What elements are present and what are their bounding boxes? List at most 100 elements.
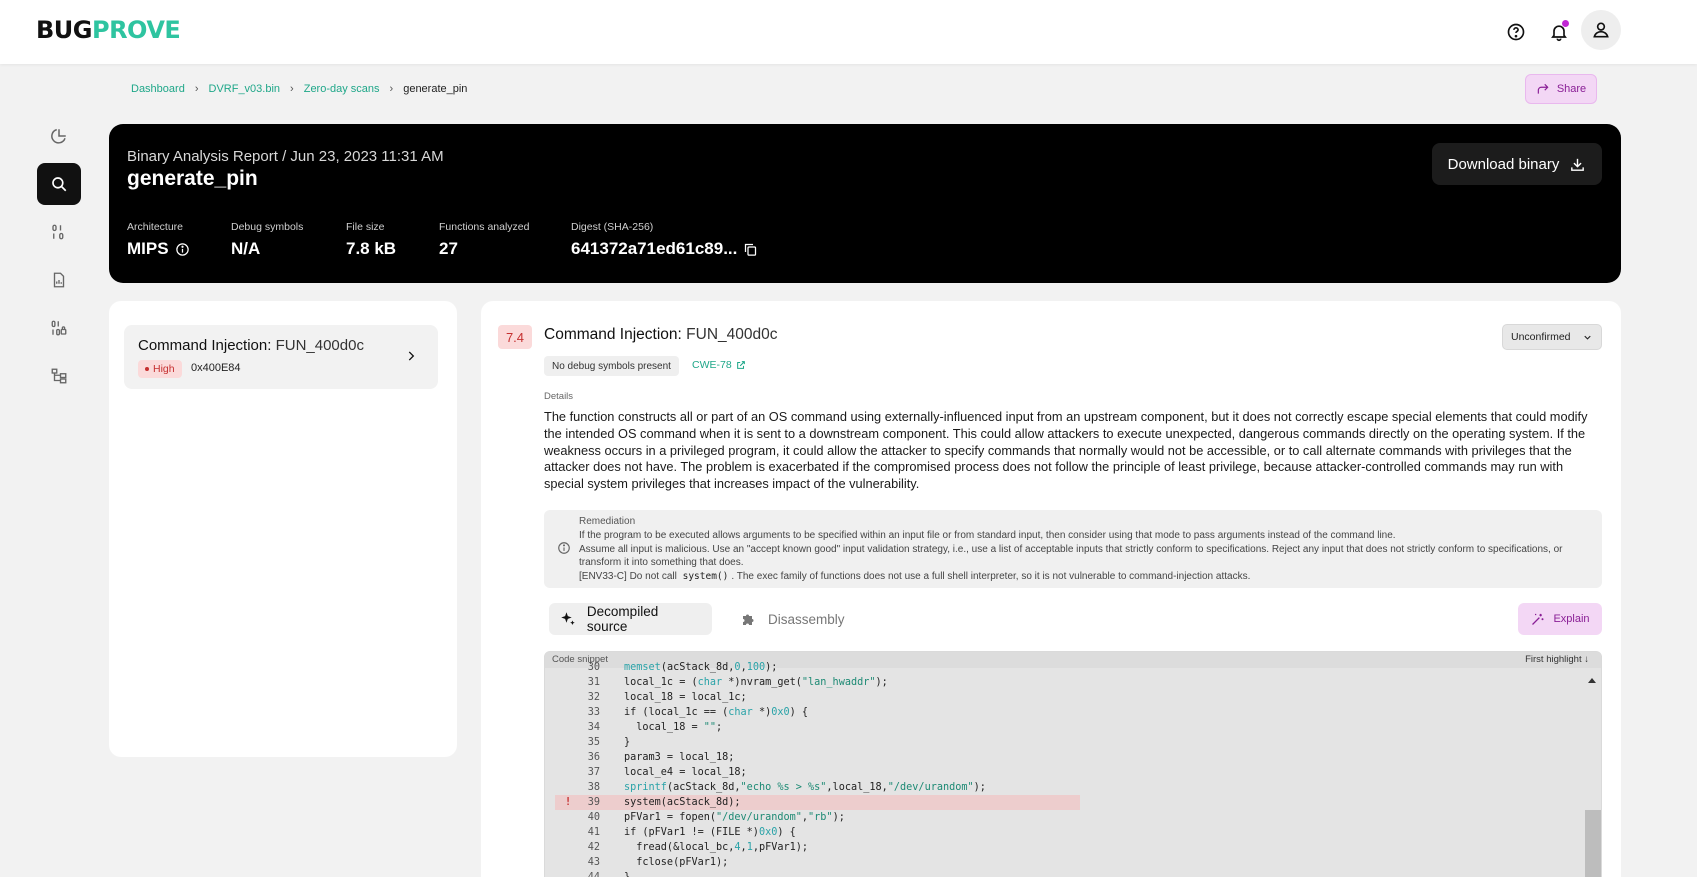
- highlighted-code-line: ! 39 system(acStack_8d);: [545, 795, 1585, 810]
- top-bar: BUGPROVE: [0, 0, 1697, 64]
- help-button[interactable]: [1498, 14, 1534, 50]
- bugprove-logo[interactable]: BUGPROVE: [36, 16, 181, 44]
- status-value: Unconfirmed: [1511, 331, 1571, 343]
- meta-value: 7.8 kB: [346, 239, 397, 258]
- chevron-right-icon: ›: [389, 83, 394, 95]
- code-line: 43 fclose(pFVar1);: [587, 857, 729, 868]
- help-icon: [1507, 23, 1525, 41]
- meta-value: MIPS: [127, 239, 169, 258]
- chevron-right-icon: [408, 351, 415, 361]
- meta-label: File size: [346, 221, 385, 233]
- binary-lock-icon: [51, 320, 67, 336]
- notifications-button[interactable]: [1541, 14, 1577, 50]
- meta-architecture: Architecture MIPS: [127, 221, 190, 259]
- sidebar-item-tree[interactable]: [37, 355, 81, 397]
- external-link-icon: [736, 361, 745, 369]
- user-menu-button[interactable]: [1581, 10, 1621, 50]
- meta-file-size: File size 7.8 kB: [346, 221, 396, 259]
- explain-button[interactable]: Explain: [1518, 603, 1602, 635]
- meta-value: N/A: [231, 239, 261, 258]
- share-label: Share: [1556, 83, 1587, 95]
- code-line: 38 sprintf(acStack_8d,"echo %s > %s",loca…: [587, 782, 986, 793]
- meta-value: 641372a71ed61c89...: [571, 239, 738, 258]
- finding-detail-panel: 7.4 Command Injection: FUN_400d0c Unconf…: [481, 301, 1621, 877]
- download-icon: [1571, 158, 1585, 171]
- code-snippet[interactable]: Code snippet First highlight ↓ 30 memset(…: [544, 651, 1602, 877]
- status-select[interactable]: Unconfirmed: [1502, 324, 1602, 350]
- finding-address: 0x400E84: [191, 362, 241, 374]
- chevron-right-icon: ›: [194, 83, 199, 95]
- code-line: 40 pFVar1 = fopen("/dev/urandom","rb");: [587, 812, 845, 823]
- cwe-link[interactable]: CWE-78: [692, 359, 746, 371]
- tab-decompiled-source[interactable]: Decompiled source: [549, 603, 712, 635]
- remediation-label: Remediation: [579, 516, 636, 527]
- sidebar-item-analysis[interactable]: [37, 163, 81, 205]
- severity-badge: High: [138, 360, 182, 378]
- score-badge: 7.4: [498, 325, 532, 349]
- remediation-line: Assume all input is malicious. Use an "a…: [579, 543, 1563, 569]
- report-title: Binary Analysis Report / Jun 23, 2023 11…: [127, 148, 444, 165]
- share-icon: [1537, 83, 1549, 94]
- sidebar-item-dashboard[interactable]: [37, 115, 81, 157]
- meta-label: Architecture: [127, 221, 184, 233]
- binary-icon: [52, 224, 64, 240]
- debug-symbols-tag: No debug symbols present: [544, 356, 679, 376]
- copy-icon[interactable]: [743, 242, 758, 257]
- breadcrumb-dashboard[interactable]: Dashboard: [131, 83, 185, 95]
- tab-disassembly[interactable]: Disassembly: [730, 603, 855, 635]
- sidebar-item-secure-binary[interactable]: [37, 307, 81, 349]
- report-icon: [53, 272, 65, 288]
- scroll-up-icon[interactable]: [1587, 676, 1597, 686]
- breadcrumb-zero-day-scans[interactable]: Zero-day scans: [304, 83, 380, 95]
- notification-dot: [1562, 20, 1569, 27]
- code-line: 34 local_18 = "";: [587, 722, 723, 733]
- code-line: 33 if (local_1c == (char *)0x0) {: [587, 707, 809, 718]
- download-binary-button[interactable]: Download binary: [1432, 143, 1602, 185]
- report-header: Binary Analysis Report / Jun 23, 2023 11…: [109, 124, 1621, 283]
- meta-functions-analyzed: Functions analyzed 27: [439, 221, 529, 259]
- meta-debug-symbols: Debug symbols N/A: [231, 221, 303, 259]
- share-button[interactable]: Share: [1525, 74, 1597, 104]
- scrollbar-thumb[interactable]: [1585, 810, 1601, 877]
- details-label: Details: [544, 391, 574, 402]
- puzzle-icon: [743, 614, 754, 625]
- code-lines: 30 memset(acStack_8d,0,100); 31 local_1c =…: [545, 662, 1585, 877]
- code-line: 35}: [587, 737, 631, 748]
- code-line: 36 param3 = local_18;: [587, 752, 735, 763]
- code-line: 32 local_18 = local_1c;: [587, 692, 747, 703]
- details-text: The function constructs all or part of a…: [544, 409, 1588, 492]
- sidebar-item-binary[interactable]: [37, 211, 81, 253]
- remediation-line: If the program to be executed allows arg…: [579, 530, 1396, 541]
- meta-value: 27: [439, 239, 458, 258]
- remediation-line: [ENV33-C] Do not call system(). The exec…: [579, 570, 1251, 582]
- chevron-down-icon: [1584, 335, 1591, 340]
- code-line: 30 memset(acStack_8d,0,100);: [587, 662, 778, 673]
- meta-digest: Digest (SHA-256) 641372a71ed61c89...: [571, 221, 758, 259]
- finding-title: Command Injection: FUN_400d0c: [138, 337, 364, 354]
- code-line: 42 fread(&local_bc,4,1,pFVar1);: [587, 842, 809, 853]
- finding-detail-title: Command Injection: FUN_400d0c: [544, 326, 778, 343]
- magic-wand-icon: [1532, 613, 1544, 625]
- chevron-right-icon: ›: [290, 83, 294, 95]
- user-icon: [1593, 22, 1609, 38]
- pie-chart-icon: [51, 128, 66, 144]
- breadcrumb-current: generate_pin: [403, 83, 468, 95]
- sparkles-icon: [561, 612, 575, 625]
- breadcrumb: Dashboard › DVRF_v03.bin › Zero-day scan…: [131, 83, 467, 95]
- meta-label: Digest (SHA-256): [571, 221, 654, 233]
- finding-item[interactable]: Command Injection: FUN_400d0c High 0x400…: [124, 325, 438, 389]
- download-label: Download binary: [1447, 155, 1560, 173]
- sidebar-item-reports[interactable]: [37, 259, 81, 301]
- code-line: 41 if (pFVar1 != (FILE *)0x0) {: [587, 827, 796, 838]
- meta-label: Debug symbols: [231, 221, 304, 233]
- breadcrumb-firmware[interactable]: DVRF_v03.bin: [209, 83, 281, 95]
- info-icon: [558, 542, 570, 554]
- code-line: 37 local_e4 = local_18;: [587, 767, 747, 778]
- magnifier-icon: [52, 177, 67, 192]
- tree-icon: [51, 368, 67, 384]
- code-line: 44}: [545, 870, 1585, 877]
- code-line: 31 local_1c = (char *)nvram_get("lan_hwad…: [587, 677, 888, 688]
- info-icon[interactable]: [175, 242, 190, 257]
- page-title: generate_pin: [127, 167, 258, 190]
- remediation-box: Remediation If the program to be execute…: [544, 510, 1602, 588]
